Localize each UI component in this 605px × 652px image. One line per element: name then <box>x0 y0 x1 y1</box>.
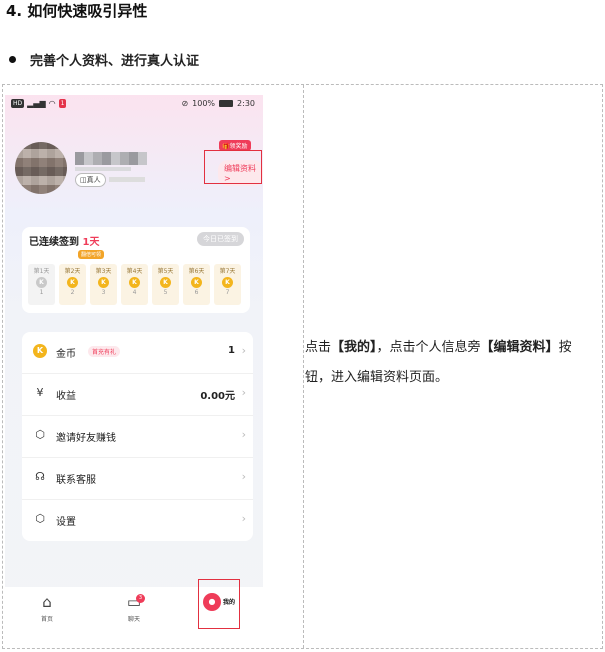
tab-label: 首页 <box>40 616 53 623</box>
coin-icon: K <box>191 277 202 288</box>
user-id-blurred <box>109 175 145 183</box>
instruction-text: 点击【我的】，点击个人信息旁【编辑资料】按钮，进入编辑资料页面。 <box>305 333 595 393</box>
day-label: 第2天 <box>64 268 81 275</box>
checkin-day[interactable]: 第2天 K 2 <box>59 264 86 305</box>
menu-label: 邀请好友赚钱 <box>56 433 116 444</box>
checkin-days: 第1天 K 1 第2天 K 2 第3天 K 3 第4天 K 4 第5天 K 5 第6天 K 6 第7天 K… <box>28 264 241 305</box>
menu-item-settings[interactable]: ⬡ 设置 › <box>22 500 253 542</box>
status-time: 2:30 <box>237 99 255 108</box>
earnings-icon: ¥ <box>36 386 44 399</box>
status-right: ⊘ 100% 2:30 <box>181 99 255 108</box>
desc-part-1: 点击 <box>305 340 332 355</box>
first-charge-tag: 首充有礼 <box>88 346 121 357</box>
day-number: 2 <box>70 289 75 296</box>
battery-icon <box>219 100 234 107</box>
earnings-value: 0.00元 <box>200 391 235 402</box>
invite-icon: ⬡ <box>35 428 45 441</box>
coin-icon: K <box>129 277 140 288</box>
checkin-title-prefix: 已连续签到 <box>29 237 79 248</box>
day-label: 第4天 <box>126 268 143 275</box>
bullet-item: 完善个人资料、进行真人认证 <box>9 50 199 69</box>
day-number: 5 <box>163 289 168 296</box>
checkin-day[interactable]: 第5天 K 5 <box>152 264 179 305</box>
tab-chat[interactable]: ▭ 3 聊天 <box>114 593 154 623</box>
coin-icon: K <box>222 277 233 288</box>
day-number: 1 <box>39 289 44 296</box>
reward-tag-label: 领奖励 <box>229 143 248 150</box>
checkin-card: 已连续签到 1天 今日已签到 翻倍可领 第1天 K 1 第2天 K 2 第3天 K 3 第4… <box>22 227 250 313</box>
bullet-dot-icon <box>9 56 16 63</box>
menu-item-invite[interactable]: ⬡ 邀请好友赚钱 › <box>22 416 253 458</box>
settings-icon: ⬡ <box>35 512 45 525</box>
day-number: 6 <box>194 289 199 296</box>
menu-label: 金币 <box>56 349 76 360</box>
day-label: 第5天 <box>157 268 174 275</box>
checkin-count: 1天 <box>82 237 100 248</box>
status-bar: HD ▂▄▆ ◠ 1 ⊘ 100% 2:30 <box>5 95 263 113</box>
coin-icon: K <box>67 277 78 288</box>
chevron-right-icon: › <box>241 428 246 441</box>
status-left: HD ▂▄▆ ◠ 1 <box>11 99 67 108</box>
chat-icon: ▭ <box>126 593 142 611</box>
bullet-text: 完善个人资料、进行真人认证 <box>30 54 200 69</box>
menu-label: 联系客服 <box>56 475 96 486</box>
coin-icon: K <box>160 277 171 288</box>
highlight-mine-tab <box>198 579 240 629</box>
checked-today-button[interactable]: 今日已签到 <box>197 232 244 246</box>
chevron-right-icon: › <box>241 470 246 483</box>
menu-item-coins[interactable]: K 金币 首充有礼 1 › <box>22 332 253 374</box>
chevron-right-icon: › <box>241 512 246 525</box>
day-number: 3 <box>101 289 106 296</box>
battery-percent: 100% <box>192 99 216 108</box>
double-reward-tag: 翻倍可领 <box>78 250 105 259</box>
wifi-icon: ◠ <box>48 99 56 108</box>
subtitle-blurred <box>75 167 131 171</box>
day-number: 7 <box>225 289 230 296</box>
day-label: 第7天 <box>219 268 236 275</box>
checkin-title: 已连续签到 1天 <box>29 233 99 248</box>
coin-icon: K <box>36 277 47 288</box>
table-divider <box>303 85 304 648</box>
checkin-day[interactable]: 第3天 K 3 <box>90 264 117 305</box>
chat-badge: 3 <box>136 594 145 603</box>
home-icon: ⌂ <box>42 593 52 611</box>
highlight-edit-profile <box>204 150 262 184</box>
desc-bold-mine: 【我的】 <box>331 340 377 355</box>
signal-icon: ▂▄▆ <box>27 99 46 108</box>
tab-label: 聊天 <box>127 616 140 623</box>
day-label: 第6天 <box>188 268 205 275</box>
section-heading: 4. 如何快速吸引异性 <box>6 2 148 20</box>
desc-bold-edit: 【编辑资料】 <box>480 340 559 355</box>
checkin-day[interactable]: 第4天 K 4 <box>121 264 148 305</box>
checkin-day[interactable]: 第7天 K 7 <box>214 264 241 305</box>
coin-icon: K <box>98 277 109 288</box>
notification-badge: 1 <box>58 99 67 108</box>
day-number: 4 <box>132 289 137 296</box>
tab-home[interactable]: ⌂ 首页 <box>27 593 67 623</box>
chevron-right-icon: › <box>241 386 246 399</box>
day-label: 第1天 <box>33 268 50 275</box>
checkin-day[interactable]: 第6天 K 6 <box>183 264 210 305</box>
menu-label: 设置 <box>56 517 76 528</box>
checkin-day[interactable]: 第1天 K 1 <box>28 264 55 305</box>
mute-icon: ⊘ <box>181 99 189 108</box>
coin-value: 1 <box>228 345 235 356</box>
headset-icon: ☊ <box>35 470 45 483</box>
real-person-badge: ◫真人 <box>75 173 106 187</box>
hd-icon: HD <box>11 99 25 108</box>
menu-label: 收益 <box>56 391 76 402</box>
avatar[interactable] <box>15 142 67 194</box>
menu-card: K 金币 首充有礼 1 › ¥ 收益 0.00元 › ⬡ 邀请好友赚钱 › ☊ … <box>22 332 253 541</box>
chevron-right-icon: › <box>241 344 246 357</box>
username-blurred <box>75 152 147 165</box>
coin-icon: K <box>33 344 47 358</box>
day-label: 第3天 <box>95 268 112 275</box>
menu-item-support[interactable]: ☊ 联系客服 › <box>22 458 253 500</box>
menu-item-earnings[interactable]: ¥ 收益 0.00元 › <box>22 374 253 416</box>
real-badge-label: 真人 <box>86 176 101 184</box>
desc-part-2: ，点击个人信息旁 <box>376 340 481 355</box>
